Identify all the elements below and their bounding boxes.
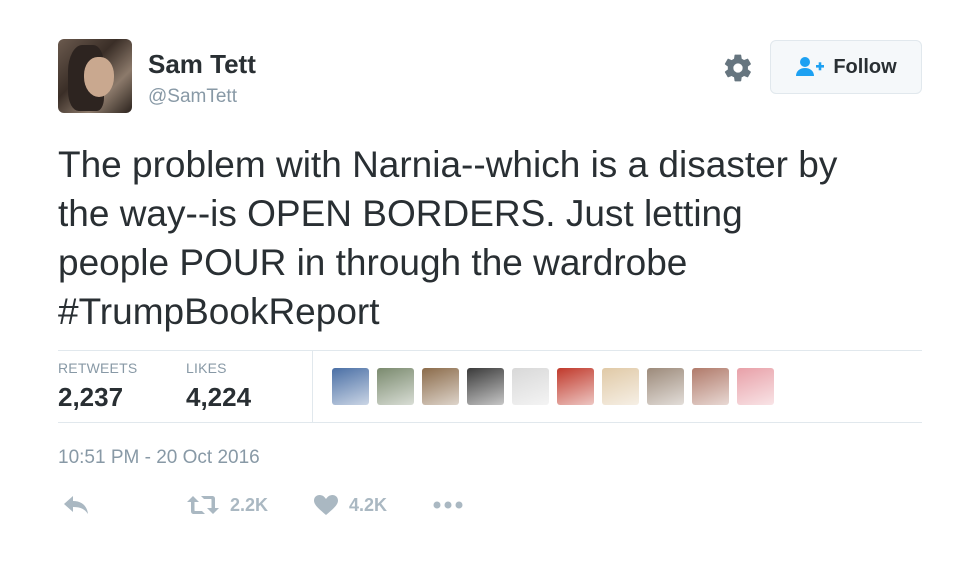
follow-button-label: Follow (833, 55, 897, 78)
reply-icon (64, 496, 88, 514)
avatar-face (84, 57, 114, 97)
stats-bottom-divider (58, 422, 922, 423)
gear-icon[interactable] (722, 52, 754, 84)
reply-action[interactable] (62, 494, 90, 516)
liker-avatar-1[interactable] (332, 368, 369, 405)
likes-value: 4,224 (186, 382, 252, 412)
liker-avatar-3[interactable] (422, 368, 459, 405)
follow-button[interactable]: Follow (770, 40, 922, 94)
more-dots-icon (433, 501, 463, 509)
follow-person-plus-icon (796, 57, 825, 76)
liker-avatar-2[interactable] (377, 368, 414, 405)
retweets-stat[interactable]: RETWEETS 2,237 (58, 360, 137, 413)
likes-stat[interactable]: LIKES 4,224 (186, 360, 251, 413)
retweet-action[interactable]: 2.2K (186, 494, 268, 516)
liker-avatar-10[interactable] (737, 368, 774, 405)
stats-vertical-divider (312, 350, 313, 422)
tweet-timestamp[interactable]: 10:51 PM - 20 Oct 2016 (58, 447, 260, 469)
tweet-text: The problem with Narnia--which is a disa… (58, 144, 838, 332)
more-action[interactable] (432, 494, 464, 516)
display-name[interactable]: Sam Tett (148, 49, 256, 80)
liker-avatar-6[interactable] (557, 368, 594, 405)
retweet-count: 2.2K (230, 494, 269, 515)
liker-avatar-9[interactable] (692, 368, 729, 405)
stats-top-divider (58, 350, 922, 351)
liker-avatar-4[interactable] (467, 368, 504, 405)
liker-avatar-7[interactable] (602, 368, 639, 405)
screen-name[interactable]: @SamTett (148, 86, 237, 108)
heart-icon (314, 495, 338, 515)
liker-avatars (332, 368, 774, 405)
author-avatar[interactable] (58, 39, 132, 113)
like-action[interactable]: 4.2K (313, 494, 387, 516)
retweets-label: RETWEETS (58, 360, 138, 376)
liker-avatar-8[interactable] (647, 368, 684, 405)
retweet-icon (187, 496, 219, 514)
likes-label: LIKES (186, 360, 227, 376)
like-count: 4.2K (349, 494, 388, 515)
retweets-value: 2,237 (58, 382, 124, 412)
liker-avatar-5[interactable] (512, 368, 549, 405)
